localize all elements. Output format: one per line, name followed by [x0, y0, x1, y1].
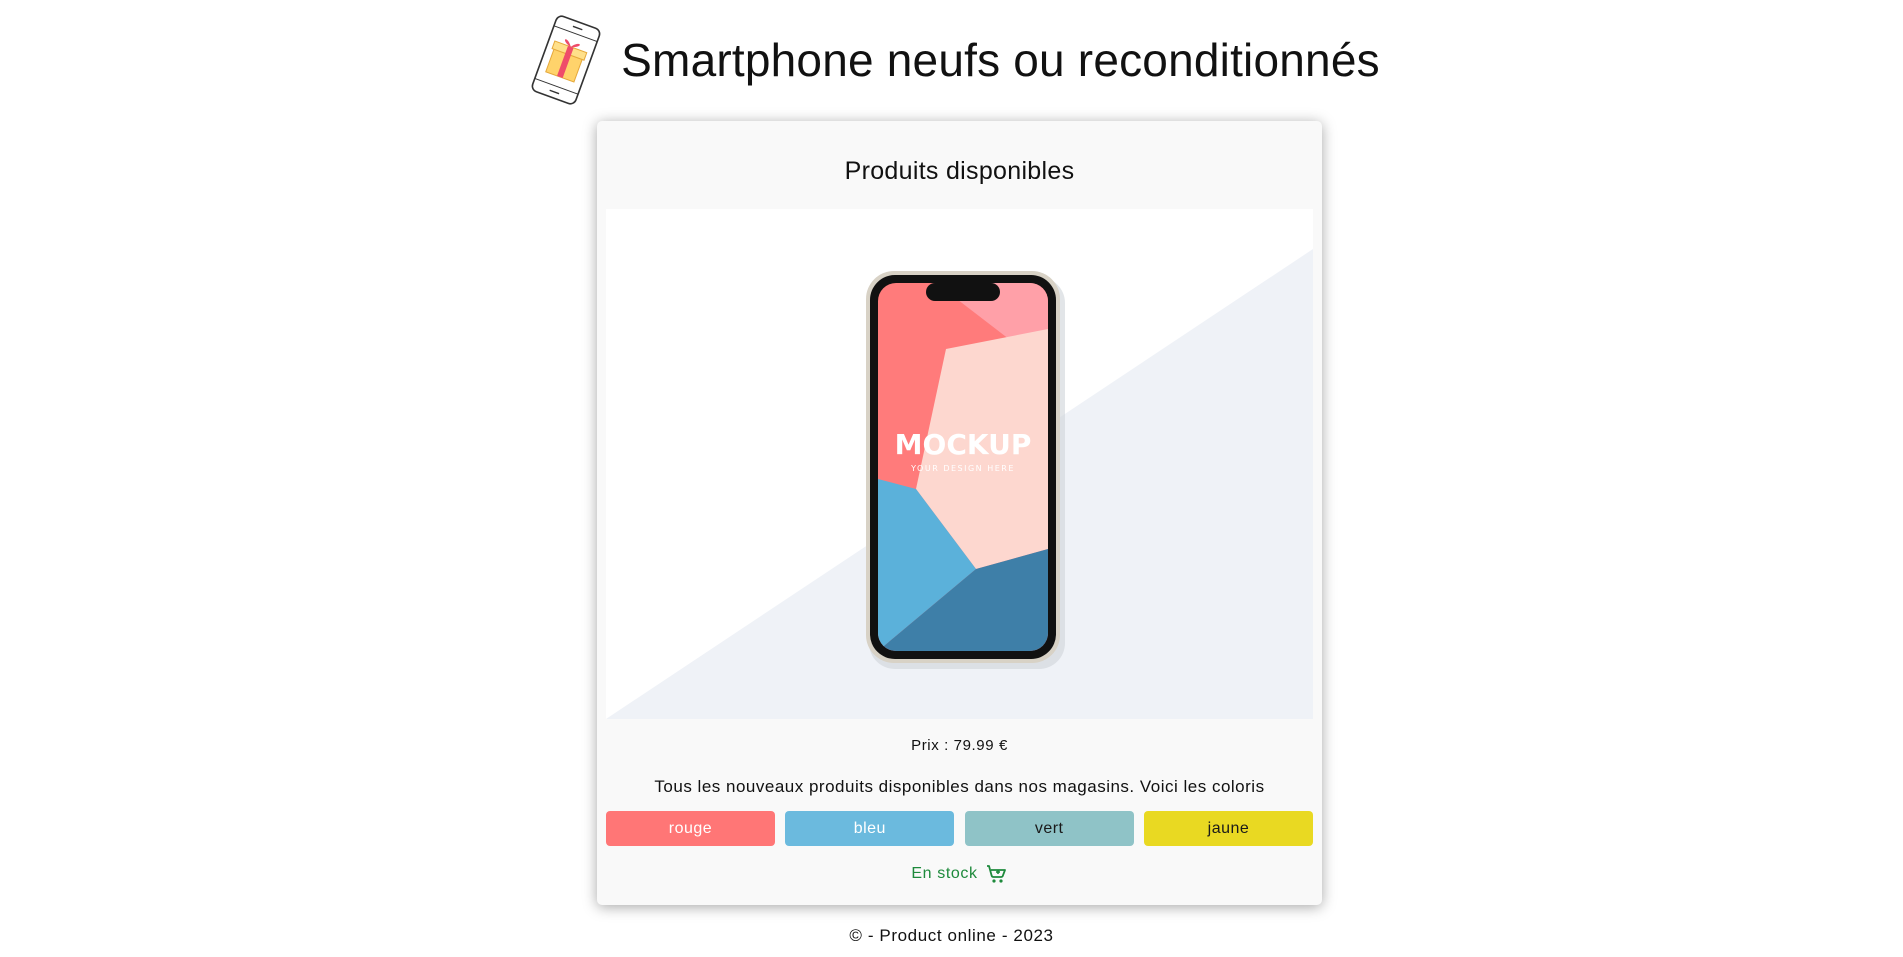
card-title: Produits disponibles — [844, 157, 1075, 185]
product-card: Produits disponibles MOCKUP YOUR DESIGN … — [597, 121, 1322, 905]
shopping-cart-icon[interactable] — [984, 862, 1008, 886]
product-description: Tous les nouveaux produits disponibles d… — [654, 777, 1265, 796]
smartphone-mockup-image: MOCKUP YOUR DESIGN HERE — [606, 209, 1313, 719]
color-options: rouge bleu vert jaune — [606, 811, 1313, 846]
color-button-bleu[interactable]: bleu — [785, 811, 955, 846]
color-button-vert[interactable]: vert — [964, 811, 1134, 846]
color-button-jaune[interactable]: jaune — [1143, 811, 1313, 846]
phone-gift-icon — [531, 15, 601, 105]
site-header: Smartphone neufs ou reconditionnés — [0, 12, 1903, 108]
mockup-subtext: YOUR DESIGN HERE — [910, 464, 1015, 473]
page-title: Smartphone neufs ou reconditionnés — [621, 34, 1380, 86]
stock-label: En stock — [911, 865, 978, 882]
color-button-rouge[interactable]: rouge — [606, 811, 775, 846]
footer-copyright: © - Product online - 2023 — [849, 926, 1054, 945]
product-price: Prix : 79.99 € — [911, 737, 1008, 754]
stock-status: En stock — [597, 862, 1322, 886]
mockup-text: MOCKUP — [895, 428, 1032, 461]
